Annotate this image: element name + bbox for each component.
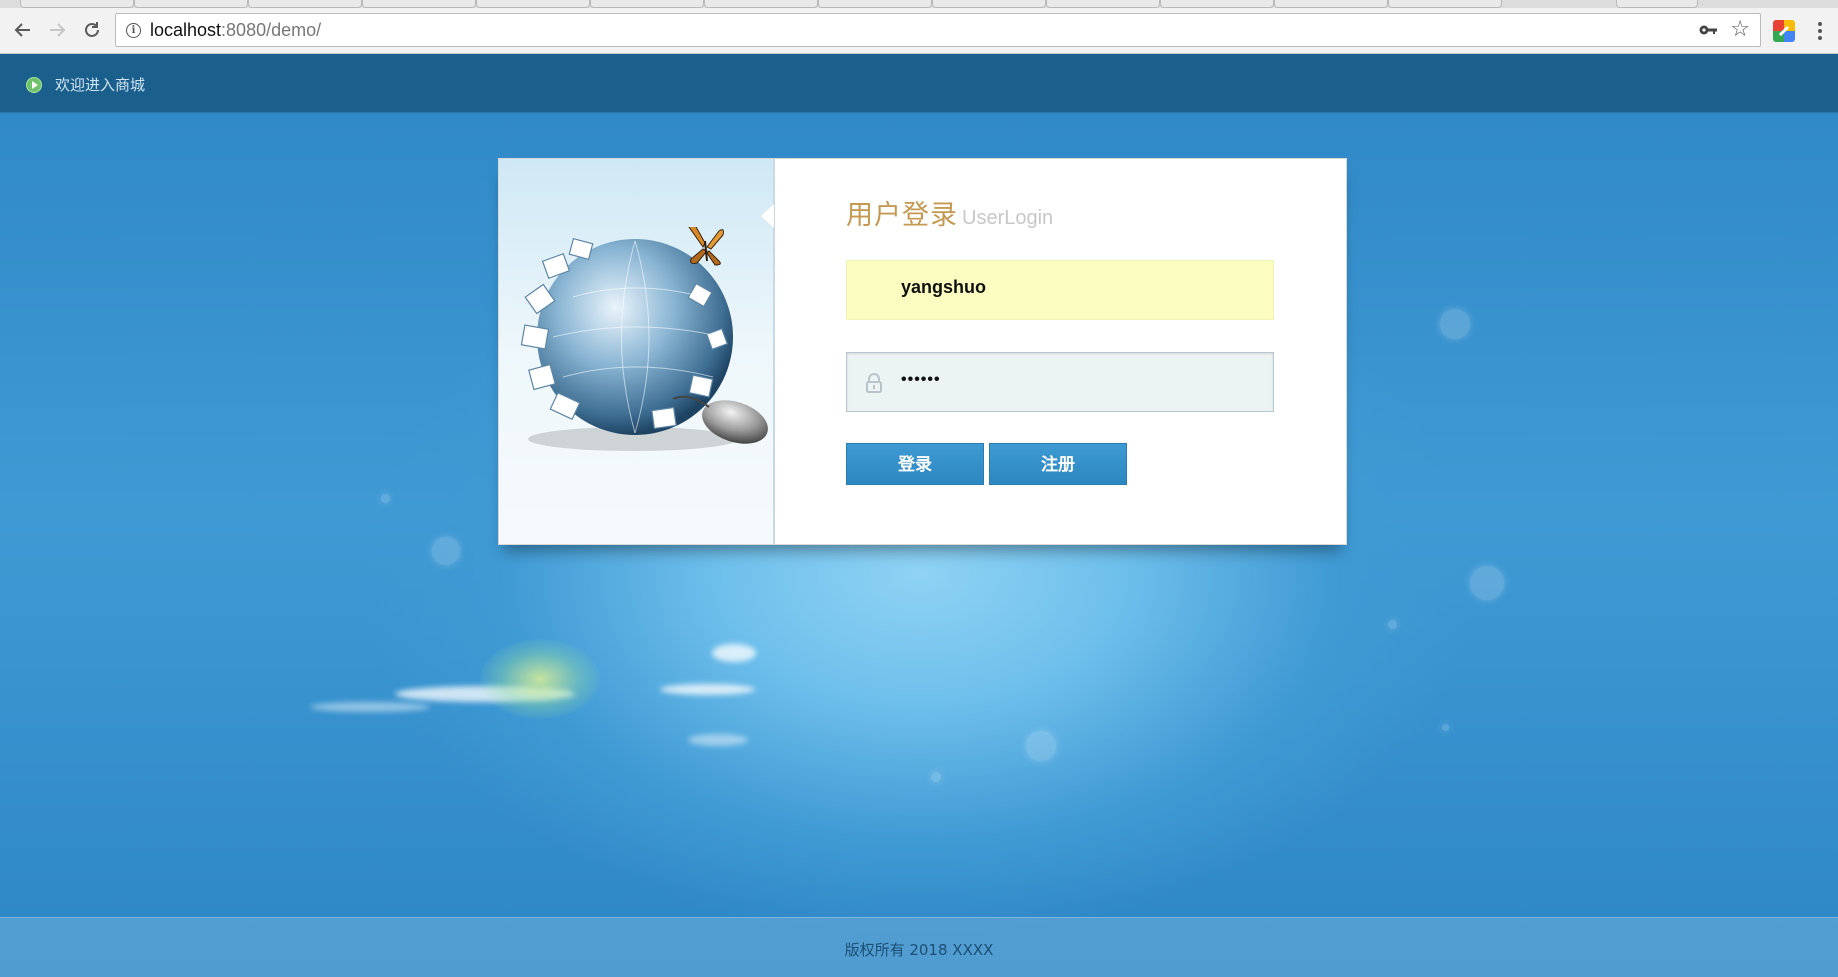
play-icon: [26, 77, 42, 93]
panel-notch: [761, 204, 774, 228]
browser-tab[interactable]: [590, 0, 704, 8]
url-path: :8080/demo/: [221, 20, 322, 40]
copyright-text: 版权所有 2018 XXXX: [844, 941, 994, 959]
password-value: ••••••: [901, 371, 941, 388]
bokeh-decoration: [1442, 724, 1449, 731]
browser-tab[interactable]: [20, 0, 134, 8]
browser-tab[interactable]: [818, 0, 932, 8]
cloud-decoration: [660, 684, 755, 695]
bokeh-decoration: [1440, 309, 1470, 339]
top-header: 欢迎进入商城: [0, 54, 1838, 113]
forward-button[interactable]: [44, 17, 70, 43]
browser-tab[interactable]: [134, 0, 248, 8]
login-button[interactable]: 登录: [846, 443, 984, 485]
back-button[interactable]: [10, 17, 36, 43]
arrow-right-icon: [50, 23, 66, 37]
login-panel: 用户登录 UserLogin yangshuo •••••• 登录 注册: [498, 158, 1347, 545]
browser-tab[interactable]: [932, 0, 1046, 8]
puzzle-globe-illustration: [520, 227, 768, 451]
reload-icon: [85, 22, 99, 37]
browser-tab[interactable]: [1274, 0, 1388, 8]
register-button[interactable]: 注册: [989, 443, 1127, 485]
address-bar[interactable]: i localhost:8080/demo/ ☆: [115, 13, 1761, 47]
bokeh-decoration: [1388, 620, 1397, 629]
login-title-zh: 用户登录: [846, 200, 958, 231]
extension-icon[interactable]: [1773, 20, 1795, 42]
bokeh-decoration: [432, 537, 460, 565]
browser-tab[interactable]: [248, 0, 362, 8]
url-text[interactable]: localhost:8080/demo/: [150, 20, 321, 41]
browser-tab[interactable]: [1046, 0, 1160, 8]
cloud-decoration: [712, 644, 756, 662]
login-title: 用户登录 UserLogin: [846, 193, 1053, 232]
username-value: yangshuo: [901, 277, 987, 297]
bokeh-decoration: [1026, 731, 1056, 761]
star-icon[interactable]: ☆: [1730, 17, 1750, 42]
browser-toolbar: i localhost:8080/demo/ ☆: [0, 8, 1838, 54]
welcome-text: 欢迎进入商城: [55, 76, 146, 94]
browser-tab[interactable]: [476, 0, 590, 8]
browser-tab-active[interactable]: [1616, 0, 1698, 8]
username-field[interactable]: yangshuo: [846, 260, 1274, 320]
browser-tab[interactable]: [704, 0, 818, 8]
login-illustration-panel: [499, 159, 775, 544]
bokeh-decoration: [381, 494, 390, 503]
cloud-decoration: [310, 702, 430, 712]
footer: 版权所有 2018 XXXX: [0, 917, 1838, 977]
key-icon[interactable]: [1698, 21, 1718, 39]
browser-menu-icon[interactable]: [1812, 20, 1828, 42]
browser-tab[interactable]: [1388, 0, 1502, 8]
bokeh-decoration: [1470, 566, 1504, 600]
lock-icon: [866, 373, 882, 393]
page-background: 欢迎进入商城 用户登录 UserLogin yangshuo •••••• 登录…: [0, 54, 1838, 977]
arrow-left-icon: [14, 23, 30, 37]
browser-tab[interactable]: [362, 0, 476, 8]
info-icon[interactable]: i: [126, 23, 141, 38]
bokeh-decoration: [931, 772, 941, 782]
password-field[interactable]: ••••••: [846, 352, 1274, 412]
url-host: localhost: [150, 20, 222, 40]
login-title-en: UserLogin: [962, 207, 1054, 229]
browser-tab[interactable]: [1160, 0, 1274, 8]
cloud-decoration: [688, 734, 748, 746]
glow-decoration: [480, 639, 600, 719]
reload-button[interactable]: [79, 17, 105, 43]
